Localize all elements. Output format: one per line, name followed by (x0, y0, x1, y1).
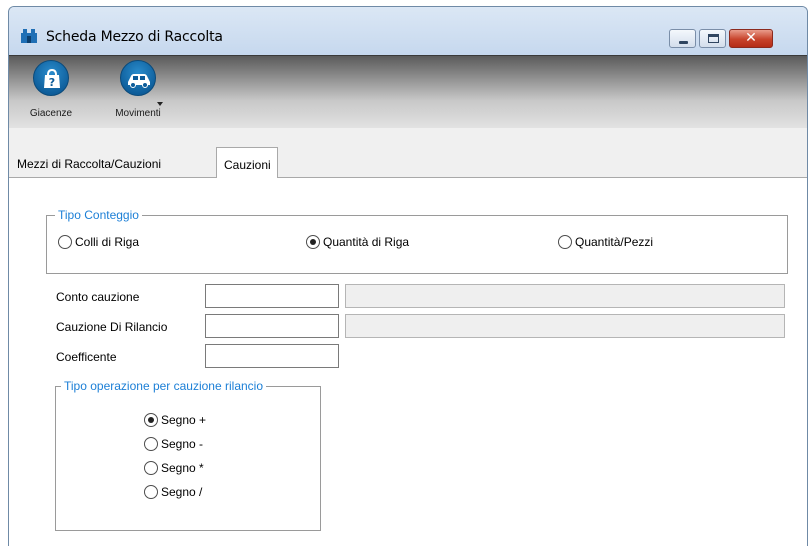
cauzioni-panel: Tipo Conteggio Colli di Riga Quantità di… (9, 178, 807, 546)
window-title: Scheda Mezzo di Raccolta (46, 29, 223, 45)
package-question-icon: ? (33, 60, 69, 96)
radio-button-icon[interactable] (306, 235, 320, 249)
radio-button-icon[interactable] (58, 235, 72, 249)
tipo-operazione-group: Tipo operazione per cauzione rilancio Se… (55, 379, 321, 531)
coefficente-label: Coefficente (56, 350, 117, 364)
radio-segno-divide[interactable]: Segno / (144, 485, 202, 499)
close-button[interactable]: ✕ (729, 29, 773, 48)
radio-segno-minus[interactable]: Segno - (144, 437, 203, 451)
radio-button-icon[interactable] (144, 461, 158, 475)
movimenti-button[interactable]: Movimenti (104, 60, 172, 119)
close-icon: ✕ (745, 30, 757, 46)
content-area: Mezzi di Raccolta/Cauzioni Cauzioni Tipo… (9, 128, 807, 546)
radio-segno-plus[interactable]: Segno + (144, 413, 206, 427)
tab-cauzioni[interactable]: Cauzioni (216, 147, 278, 178)
svg-text:?: ? (49, 76, 55, 89)
maximize-button[interactable] (699, 29, 726, 48)
cauzione-rilancio-input[interactable] (205, 314, 339, 338)
radio-button-icon[interactable] (144, 485, 158, 499)
app-icon (21, 29, 37, 43)
movimenti-label: Movimenti (115, 108, 161, 119)
cauzione-rilancio-description (345, 314, 785, 338)
giacenze-button[interactable]: ? Giacenze (25, 60, 77, 119)
radio-label: Quantità di Riga (323, 235, 410, 249)
minimize-icon (679, 41, 688, 44)
tab-mezzi-di-raccolta[interactable]: Mezzi di Raccolta/Cauzioni (13, 152, 165, 176)
radio-label: Segno + (161, 413, 207, 427)
radio-label: Colli di Riga (75, 235, 140, 249)
cauzione-rilancio-label: Cauzione Di Rilancio (56, 320, 168, 334)
radio-label: Segno / (161, 485, 203, 499)
title-bar: Scheda Mezzo di Raccolta ✕ (9, 7, 807, 55)
tab-strip: Mezzi di Raccolta/Cauzioni Cauzioni (9, 128, 807, 181)
app-window: Scheda Mezzo di Raccolta ✕ ? Giacenze Mo… (8, 6, 808, 546)
toolbar: ? Giacenze Movimenti (9, 55, 807, 128)
minimize-button[interactable] (669, 29, 696, 48)
coefficente-input[interactable] (205, 344, 339, 368)
radio-quantita-di-riga[interactable]: Quantità di Riga (306, 235, 409, 249)
radio-button-icon[interactable] (558, 235, 572, 249)
radio-quantita-pezzi[interactable]: Quantità/Pezzi (558, 235, 653, 249)
radio-colli-di-riga[interactable]: Colli di Riga (58, 235, 139, 249)
radio-label: Segno * (161, 461, 204, 475)
maximize-icon (708, 34, 719, 43)
radio-segno-multiply[interactable]: Segno * (144, 461, 204, 475)
car-icon (120, 60, 156, 96)
radio-label: Segno - (161, 437, 204, 451)
chevron-down-icon[interactable] (157, 102, 163, 106)
radio-button-icon[interactable] (144, 413, 158, 427)
radio-label: Quantità/Pezzi (575, 235, 654, 249)
giacenze-label: Giacenze (29, 108, 73, 119)
tipo-conteggio-group: Tipo Conteggio Colli di Riga Quantità di… (46, 208, 788, 274)
tipo-conteggio-legend: Tipo Conteggio (55, 208, 142, 222)
conto-cauzione-input[interactable] (205, 284, 339, 308)
conto-cauzione-label: Conto cauzione (56, 290, 140, 304)
radio-button-icon[interactable] (144, 437, 158, 451)
tipo-operazione-legend: Tipo operazione per cauzione rilancio (61, 379, 267, 393)
conto-cauzione-description (345, 284, 785, 308)
